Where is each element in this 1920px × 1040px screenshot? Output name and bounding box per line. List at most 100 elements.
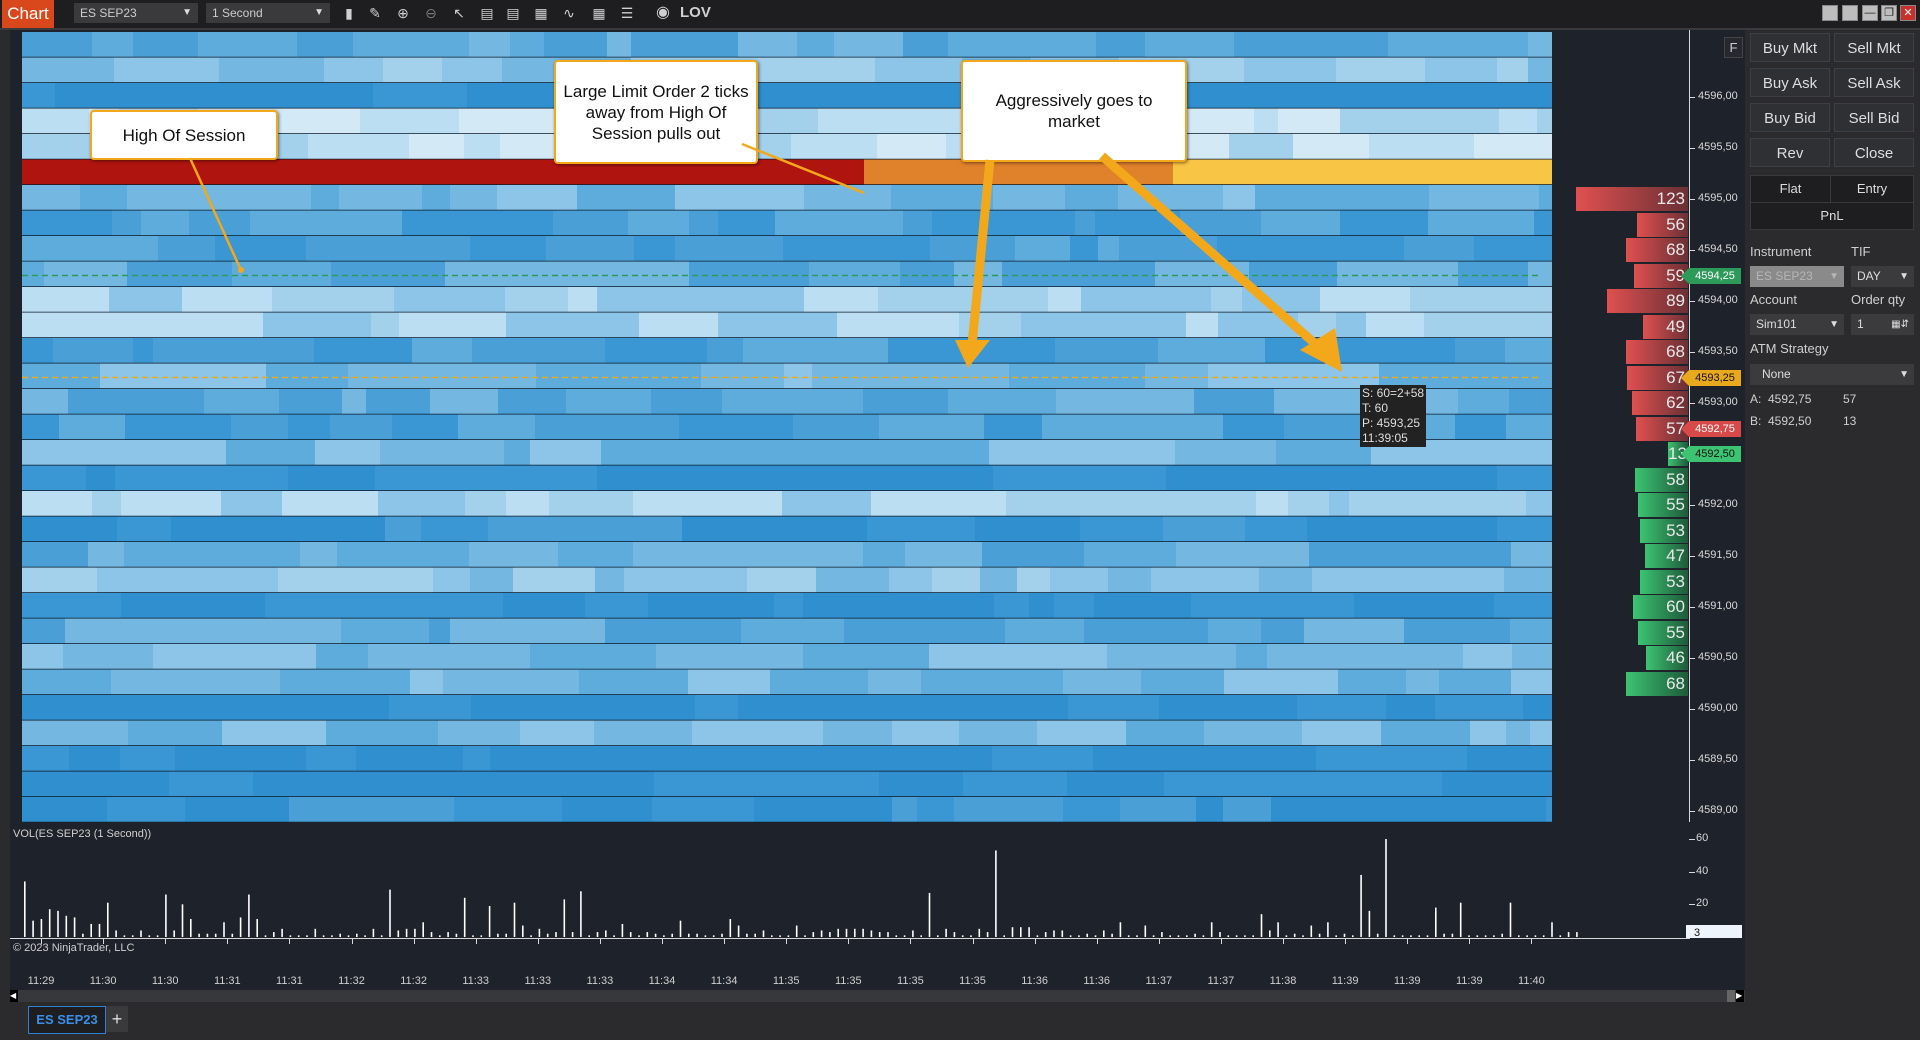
volume-bar	[1360, 874, 1362, 937]
reverse-button[interactable]: Rev	[1750, 138, 1830, 167]
volume-bar	[596, 932, 599, 937]
volume-bar	[1293, 933, 1296, 937]
arrow-shaft	[1099, 152, 1323, 352]
volume-bar	[646, 932, 649, 937]
time-tick	[662, 938, 663, 944]
volume-bar	[1127, 935, 1130, 937]
volume-bar	[1551, 922, 1553, 937]
price-tick	[1689, 811, 1695, 812]
horizontal-scrollbar[interactable]: ◀ ▶	[10, 990, 1745, 1002]
price-label: 4590,50	[1698, 651, 1738, 663]
account-select[interactable]: Sim101 ▼	[1750, 314, 1844, 335]
price-tick	[1689, 760, 1695, 761]
price-tick	[1689, 97, 1695, 98]
dom-bid-bar: 55	[1637, 620, 1688, 645]
atm-strategy-select[interactable]: None ▼	[1750, 364, 1914, 385]
buy-mkt-button[interactable]: Buy Mkt	[1750, 33, 1830, 62]
time-tick	[475, 938, 477, 944]
volume-bar	[273, 932, 275, 937]
volume-bar	[1260, 914, 1263, 937]
volume-bar	[264, 935, 267, 937]
volume-bar	[1078, 935, 1080, 937]
instrument-select-value: ES SEP23	[1756, 269, 1813, 283]
volume-bar	[488, 905, 491, 937]
volume-bar	[837, 928, 839, 937]
volume-panel[interactable]: VOL(ES SEP23 (1 Second)) © 2023 NinjaTra…	[10, 822, 1690, 954]
dom-ask-bar: 62	[1631, 391, 1688, 415]
volume-bar	[920, 935, 922, 937]
chevron-down-icon: ▼	[1829, 271, 1839, 282]
dom-ask-bar: 59	[1634, 263, 1688, 288]
dom-bid-bar: 46	[1646, 646, 1688, 670]
volume-bar	[978, 928, 981, 937]
time-tick	[848, 938, 850, 944]
volume-bar	[131, 935, 134, 937]
volume-bar	[580, 891, 582, 937]
scroll-thumb[interactable]	[1727, 990, 1735, 1002]
volume-bar	[746, 933, 748, 937]
price-label: 4594,50	[1698, 243, 1738, 255]
volume-bar	[1036, 935, 1039, 937]
bid-size: 13	[1843, 414, 1857, 428]
scroll-right-icon[interactable]: ▶	[1736, 990, 1744, 1002]
add-tab-button[interactable]: +	[106, 1006, 128, 1032]
chart-trader-panel: Buy Mkt Sell Mkt Buy Ask Sell Ask Buy Bi…	[1745, 30, 1920, 822]
volume-bar	[1393, 935, 1396, 937]
volume-bar	[1418, 935, 1420, 937]
time-label: 11:33	[462, 975, 490, 987]
price-tick	[1689, 250, 1695, 251]
volume-bar	[1327, 922, 1329, 937]
volume-bar	[704, 935, 707, 937]
tooltip-price: P: 4593,25	[1362, 416, 1421, 430]
volume-bar	[107, 902, 109, 937]
buy-bid-button[interactable]: Buy Bid	[1750, 103, 1830, 132]
volume-bar	[771, 935, 773, 937]
time-tick	[910, 938, 912, 944]
volume-bar	[1310, 925, 1313, 937]
volume-bar	[878, 932, 881, 937]
time-label: 11:40	[1518, 975, 1545, 987]
volume-bar	[795, 925, 798, 937]
volume-bar	[1493, 935, 1495, 937]
tab-es-sep23[interactable]: ES SEP23	[28, 1006, 106, 1034]
tif-select[interactable]: DAY ▼	[1851, 266, 1914, 287]
sell-mkt-button[interactable]: Sell Mkt	[1834, 33, 1914, 62]
volume-bar	[347, 935, 350, 937]
time-label: 11:35	[772, 975, 800, 987]
price-label: 4590,00	[1698, 702, 1738, 714]
volume-bar	[1368, 910, 1371, 937]
price-tick	[1689, 709, 1695, 710]
dom-bid-bar: 58	[1635, 467, 1688, 492]
buy-ask-button[interactable]: Buy Ask	[1750, 68, 1830, 97]
volume-bar	[1318, 933, 1321, 937]
scroll-left-icon[interactable]: ◀	[10, 990, 18, 1002]
close-position-button[interactable]: Close	[1834, 138, 1914, 167]
volume-bars	[24, 839, 1578, 937]
volume-bar	[845, 928, 848, 937]
volume-bar	[862, 928, 864, 937]
volume-bar	[115, 930, 117, 937]
f-button[interactable]: F	[1724, 37, 1743, 58]
price-flag: 4594,25	[1681, 267, 1741, 284]
instrument-select[interactable]: ES SEP23 ▼	[1750, 266, 1844, 287]
time-label: 11:31	[276, 975, 303, 987]
order-qty-input[interactable]: 1 ▦⇵	[1851, 314, 1914, 335]
volume-bar	[140, 930, 142, 937]
time-tick	[1034, 938, 1036, 944]
time-axis-line	[10, 938, 1690, 939]
volume-bar	[638, 935, 640, 937]
volume-bar	[65, 915, 68, 937]
volume-bar	[1534, 935, 1537, 937]
volume-bar	[1476, 935, 1479, 937]
volume-bar	[953, 932, 956, 937]
calculator-spinner-icon[interactable]: ▦⇵	[1891, 314, 1909, 335]
volume-bar	[239, 917, 242, 937]
price-axis-line	[1689, 30, 1690, 938]
volume-bar	[297, 935, 300, 937]
sell-bid-button[interactable]: Sell Bid	[1834, 103, 1914, 132]
volume-bar	[1559, 935, 1562, 937]
sell-ask-button[interactable]: Sell Ask	[1834, 68, 1914, 97]
tab-bar: ES SEP23 +	[0, 1003, 1920, 1040]
volume-bar	[314, 928, 317, 937]
time-axis[interactable]	[10, 938, 1745, 990]
